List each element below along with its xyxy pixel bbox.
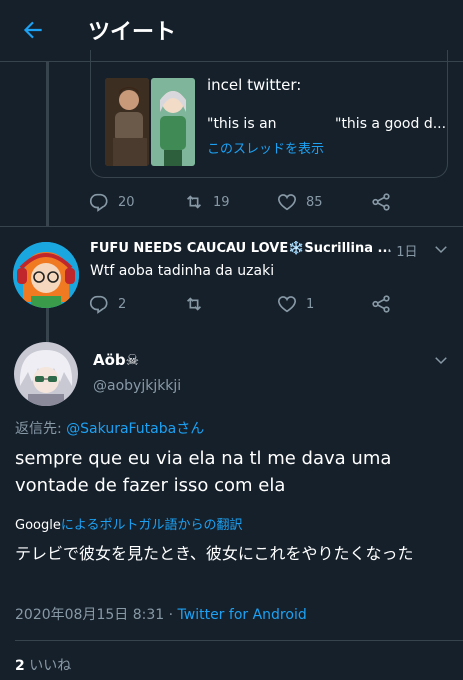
show-thread-link[interactable]: このスレッドを表示 bbox=[207, 138, 324, 157]
retweet-count: 19 bbox=[213, 194, 230, 210]
reply-context: 返信先: @SakuraFutabaさん bbox=[15, 418, 204, 438]
avatar[interactable] bbox=[14, 342, 78, 406]
thread-line bbox=[46, 62, 49, 227]
mention-link[interactable]: @SakuraFutabaさん bbox=[66, 421, 204, 437]
reply-icon bbox=[89, 193, 108, 212]
like-button[interactable]: 85 bbox=[276, 190, 323, 214]
google-logo: Google bbox=[15, 518, 61, 533]
quoted-tweet-card[interactable]: incel twitter: "this is an "this a good … bbox=[90, 50, 448, 178]
likes-summary[interactable]: 2 いいね bbox=[15, 655, 71, 675]
quoted-text-left: "this is an bbox=[207, 116, 277, 132]
reply-prefix: 返信先: bbox=[15, 421, 67, 437]
share-button[interactable] bbox=[370, 292, 392, 316]
translation-attribution: Googleによるポルトガル語からの翻訳 bbox=[15, 514, 242, 533]
reply-button[interactable]: 2 bbox=[88, 292, 126, 316]
like-count: 85 bbox=[306, 194, 323, 210]
reply-icon bbox=[89, 295, 108, 314]
tweet-time[interactable]: · 1日 bbox=[388, 241, 418, 260]
quoted-text-right: "this a good d... bbox=[335, 116, 447, 132]
retweet-button[interactable] bbox=[183, 292, 213, 316]
retweet-icon bbox=[186, 297, 202, 311]
chevron-down-icon[interactable] bbox=[432, 351, 450, 369]
avatar[interactable] bbox=[13, 242, 79, 308]
divider bbox=[15, 640, 463, 641]
translated-text: テレビで彼女を見たとき、彼女にこれをやりたくなった bbox=[15, 544, 414, 563]
share-button[interactable] bbox=[370, 190, 392, 214]
author-name[interactable]: FUFU NEEDS CAUCAU LOVE❄️Sucrillina ... bbox=[90, 241, 390, 256]
retweet-icon bbox=[186, 195, 202, 209]
meta-separator: · bbox=[164, 607, 178, 623]
tweet-text: sempre que eu via ela na tl me dava uma … bbox=[15, 448, 392, 496]
retweet-button[interactable]: 19 bbox=[183, 190, 230, 214]
reply-count: 2 bbox=[118, 296, 127, 312]
page-title: ツイート bbox=[88, 20, 177, 45]
like-button[interactable]: 1 bbox=[276, 292, 314, 316]
quoted-image-left bbox=[105, 78, 149, 166]
likes-count: 2 bbox=[15, 658, 25, 674]
author-handle[interactable]: @aobyjkjkkji bbox=[93, 378, 181, 394]
back-arrow-icon[interactable] bbox=[20, 17, 46, 43]
tweet-actions: 20 19 85 bbox=[88, 190, 398, 214]
tweet-text: Wtf aoba tadinha da uzaki bbox=[90, 263, 275, 279]
reply-count: 20 bbox=[118, 194, 135, 210]
quoted-label: incel twitter: bbox=[207, 76, 302, 94]
share-icon bbox=[372, 193, 390, 211]
author-name[interactable]: Aöb☠ bbox=[93, 351, 139, 369]
chevron-down-icon[interactable] bbox=[432, 240, 450, 258]
divider bbox=[0, 226, 463, 227]
like-icon bbox=[277, 194, 297, 211]
likes-label: いいね bbox=[29, 658, 72, 674]
quoted-image-right bbox=[151, 78, 195, 166]
like-icon bbox=[277, 296, 297, 313]
reply-button[interactable]: 20 bbox=[88, 190, 135, 214]
client-link[interactable]: Twitter for Android bbox=[178, 607, 307, 623]
translate-link[interactable]: によるポルトガル語からの翻訳 bbox=[61, 518, 243, 533]
tweet-actions: 2 1 bbox=[88, 292, 398, 316]
tweet-metadata: 2020年08月15日 8:31 · Twitter for Android bbox=[15, 604, 307, 624]
share-icon bbox=[372, 295, 390, 313]
like-count: 1 bbox=[306, 296, 315, 312]
tweet-datetime[interactable]: 2020年08月15日 8:31 bbox=[15, 607, 164, 623]
